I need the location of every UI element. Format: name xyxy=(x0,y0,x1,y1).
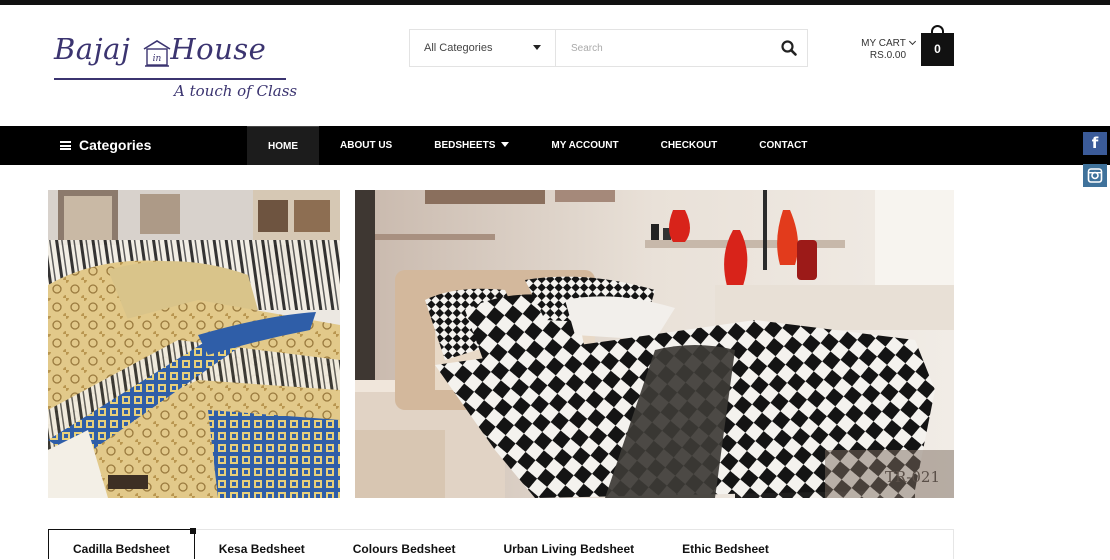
cart-summary[interactable]: MY CART RS.0.00 xyxy=(858,37,918,62)
category-select-value: All Categories xyxy=(424,42,493,54)
chevron-down-icon xyxy=(908,37,916,46)
nav-menu: HOME ABOUT US BEDSHEETS MY ACCOUNT CHECK… xyxy=(247,126,828,165)
categories-menu-button[interactable]: Categories xyxy=(60,126,151,165)
house-logo-icon: in xyxy=(143,40,171,67)
search-input[interactable] xyxy=(557,30,767,66)
site-header: Bajaj House in A touch of Class All Categ… xyxy=(0,5,1110,126)
search-bar: All Categories xyxy=(409,29,808,67)
banner-bedsheet-checkered[interactable]: TR-021 xyxy=(355,190,954,498)
nav-item-checkout[interactable]: CHECKOUT xyxy=(640,126,739,165)
tab-colours-bedsheet[interactable]: Colours Bedsheet xyxy=(329,530,480,560)
cart-count: 0 xyxy=(921,33,954,66)
tab-ethic-bedsheet[interactable]: Ethic Bedsheet xyxy=(658,530,793,560)
nav-item-my-account[interactable]: MY ACCOUNT xyxy=(530,126,639,165)
categories-label: Categories xyxy=(79,137,152,153)
banner-code: TR-021 xyxy=(885,468,940,486)
cart-button[interactable]: 0 xyxy=(921,25,954,66)
caret-down-icon xyxy=(533,45,541,50)
instagram-glyph-icon xyxy=(1087,168,1103,183)
caret-down-icon xyxy=(501,142,510,147)
hamburger-icon xyxy=(60,141,71,150)
category-select[interactable]: All Categories xyxy=(410,30,556,66)
svg-text:in: in xyxy=(153,54,162,64)
facebook-icon[interactable]: f xyxy=(1083,132,1107,155)
brand-logo[interactable]: Bajaj House in A touch of Class xyxy=(50,30,297,110)
banner-right-image: TR-021 xyxy=(355,190,954,498)
main-navbar: Categories HOME ABOUT US BEDSHEETS MY AC… xyxy=(0,126,1110,165)
logo-underline xyxy=(54,78,286,80)
nav-item-about-us[interactable]: ABOUT US xyxy=(319,126,413,165)
tab-cadilla-bedsheet[interactable]: Cadilla Bedsheet xyxy=(48,528,196,559)
tab-kesa-bedsheet[interactable]: Kesa Bedsheet xyxy=(195,530,329,560)
product-category-tabs: Cadilla Bedsheet Kesa Bedsheet Colours B… xyxy=(48,528,954,560)
nav-item-bedsheets[interactable]: BEDSHEETS xyxy=(413,126,530,165)
banner-left-image xyxy=(48,190,340,498)
brand-tagline: A touch of Class xyxy=(174,82,298,100)
instagram-icon[interactable] xyxy=(1083,164,1107,187)
banner-bedsheet-gold-blue[interactable] xyxy=(48,190,340,498)
cart-label: MY CART xyxy=(861,38,906,49)
cart-total: RS.0.00 xyxy=(869,50,907,61)
search-icon[interactable] xyxy=(779,38,799,58)
tab-urban-living-bedsheet[interactable]: Urban Living Bedsheet xyxy=(479,530,658,560)
nav-item-home[interactable]: HOME xyxy=(247,126,319,165)
nav-item-contact[interactable]: CONTACT xyxy=(738,126,828,165)
